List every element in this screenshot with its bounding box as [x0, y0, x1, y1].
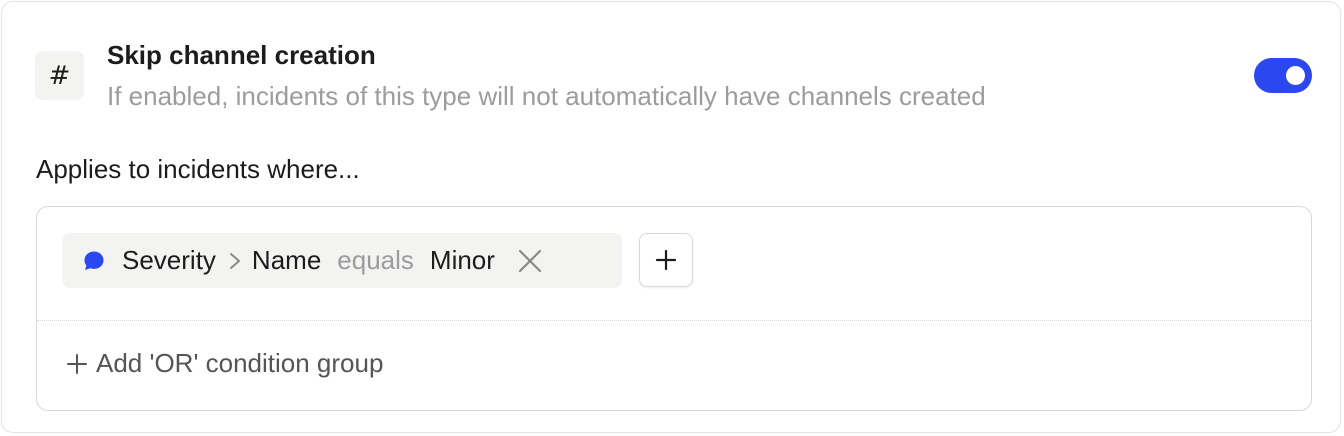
condition-value: Minor: [429, 245, 495, 275]
hash-icon: #: [35, 51, 84, 100]
condition-chip[interactable]: Severity Name equals Minor: [62, 233, 622, 288]
condition-operator: equals: [337, 245, 414, 275]
condition-subfield: Name: [251, 245, 322, 275]
skip-channel-toggle[interactable]: [1254, 58, 1312, 93]
setting-card: # Skip channel creation If enabled, inci…: [1, 1, 1341, 433]
hash-icon-glyph: #: [48, 60, 71, 91]
conditions-heading: Applies to incidents where...: [36, 154, 360, 184]
speech-bubble-icon: [82, 249, 106, 273]
conditions-divider: [37, 320, 1311, 321]
plus-icon: [655, 249, 677, 271]
remove-condition-icon[interactable]: [517, 248, 543, 274]
add-or-condition-group-label: Add 'OR' condition group: [96, 348, 384, 378]
conditions-box: Severity Name equals Minor Add 'OR' cond…: [36, 206, 1312, 411]
toggle-knob: [1286, 66, 1305, 85]
add-condition-button[interactable]: [639, 233, 693, 287]
setting-description: If enabled, incidents of this type will …: [107, 81, 986, 111]
add-or-condition-group-button[interactable]: Add 'OR' condition group: [66, 348, 383, 379]
chevron-right-icon: [228, 251, 242, 271]
plus-icon: [66, 353, 88, 375]
setting-title: Skip channel creation: [107, 40, 376, 70]
condition-field: Severity: [122, 245, 216, 275]
